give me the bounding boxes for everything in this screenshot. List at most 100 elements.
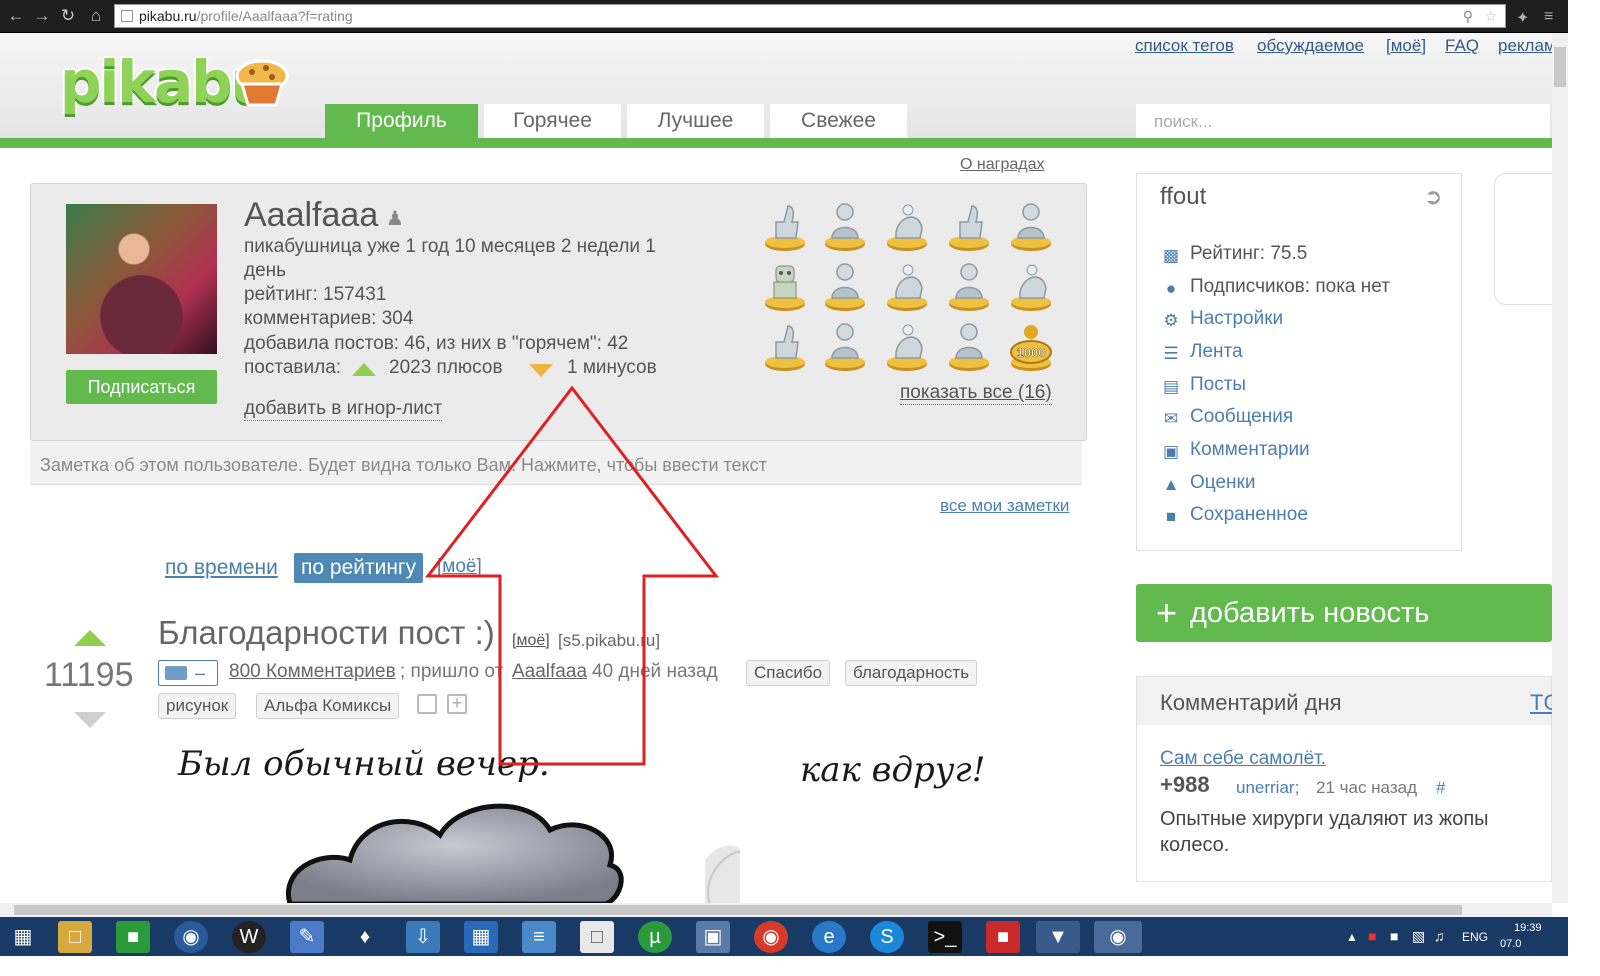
forward-icon[interactable]: → xyxy=(32,6,52,26)
tab-fresh[interactable]: Свежее xyxy=(770,104,907,138)
top-link-discussed[interactable]: обсуждаемое xyxy=(1257,36,1364,56)
award-bust-icon[interactable] xyxy=(822,258,868,312)
winamp-icon[interactable]: W xyxy=(232,921,266,953)
award-bust-icon[interactable] xyxy=(822,318,868,372)
network-tray-icon[interactable]: ▧ xyxy=(1412,928,1425,945)
upvote-icon[interactable] xyxy=(74,630,106,646)
terminal-icon[interactable]: >_ xyxy=(928,921,962,953)
award-thumb-icon[interactable] xyxy=(762,198,808,252)
tab-hot[interactable]: Горячее xyxy=(484,104,621,138)
zoom-icon[interactable]: ⚲ xyxy=(1463,5,1473,27)
award-bell-icon[interactable] xyxy=(884,198,930,252)
subscribe-button[interactable]: Подписаться xyxy=(66,370,217,404)
volume-icon[interactable]: ♫ xyxy=(1434,928,1445,944)
bookmark-star-icon[interactable]: ☆ xyxy=(1484,5,1497,27)
sidebar-rating-text: Рейтинг: 75.5 xyxy=(1190,243,1308,264)
sidebar-item-comments[interactable]: ▣ Комментарии xyxy=(1160,439,1310,461)
top-link-tags[interactable]: список тегов xyxy=(1135,36,1234,56)
scroll-thumb[interactable] xyxy=(14,905,1462,915)
horizontal-scrollbar[interactable] xyxy=(0,903,1552,917)
clock-time[interactable]: 19:39 xyxy=(1514,922,1542,934)
comment-of-day-permalink[interactable]: # xyxy=(1436,778,1445,798)
file-explorer-icon[interactable]: □ xyxy=(58,921,92,953)
avatar xyxy=(66,204,217,354)
logout-icon[interactable]: ➲ xyxy=(1424,184,1450,209)
award-thumb-icon[interactable] xyxy=(946,198,992,252)
search-input[interactable]: поиск... xyxy=(1136,104,1550,138)
media-icon[interactable]: ■ xyxy=(986,921,1020,953)
remote-desktop-icon[interactable]: ▣ xyxy=(696,921,730,953)
sidebar-item-posts[interactable]: ▤ Посты xyxy=(1160,374,1246,396)
sidebar-item-messages[interactable]: ✉ Сообщения xyxy=(1160,406,1293,428)
windows-start-icon[interactable]: ▦ xyxy=(6,921,40,953)
store-icon[interactable]: ■ xyxy=(116,921,150,953)
clock-date[interactable]: 07.0 xyxy=(1500,938,1521,950)
browser-menu-icon[interactable]: ≡ xyxy=(1544,8,1562,26)
home-icon[interactable]: ⌂ xyxy=(86,6,106,26)
downvote-icon[interactable] xyxy=(74,712,106,728)
comment-of-day-post-link[interactable]: Сам себе самолёт. xyxy=(1160,748,1326,770)
tray-app-icon[interactable]: ■ xyxy=(1390,928,1398,944)
award-bell-icon[interactable] xyxy=(884,318,930,372)
show-all-awards-link[interactable]: показать все (16) xyxy=(900,382,1052,405)
comment-of-day-score: +988 xyxy=(1160,772,1210,797)
sidebar-item-feed[interactable]: ☰ Лента xyxy=(1160,341,1242,363)
award-bust-icon[interactable] xyxy=(822,198,868,252)
top-link-ads[interactable]: реклам xyxy=(1498,36,1556,56)
paint-icon[interactable]: ✎ xyxy=(290,921,324,953)
award-1000-icon[interactable]: 1000 xyxy=(1008,318,1054,372)
post-comments-link[interactable]: 800 Комментариев xyxy=(229,661,396,683)
sidebar-item-ratings[interactable]: ▲ Оценки xyxy=(1160,472,1256,494)
sort-by-time[interactable]: по времени xyxy=(165,556,278,580)
comment-of-day-user[interactable]: unerriar; xyxy=(1236,778,1299,798)
award-thumb-icon[interactable] xyxy=(762,318,808,372)
sidebar-username[interactable]: ffout xyxy=(1160,183,1206,211)
antivirus-icon[interactable]: ■ xyxy=(1368,928,1376,944)
top-link-mine[interactable]: [моё] xyxy=(1386,36,1426,56)
chrome-active-icon[interactable]: ◉ xyxy=(1094,921,1142,953)
reload-icon[interactable]: ↻ xyxy=(58,6,78,26)
award-bust-icon[interactable] xyxy=(1008,198,1054,252)
sort-by-rating[interactable]: по рейтингу xyxy=(294,553,424,583)
award-bell-icon[interactable] xyxy=(884,258,930,312)
chrome-icon[interactable]: ◉ xyxy=(754,921,788,953)
tag-chip[interactable]: благодарность xyxy=(845,660,978,686)
bluestacks-icon[interactable]: ▼ xyxy=(1036,921,1080,953)
language-indicator[interactable]: ENG xyxy=(1462,930,1488,944)
download-icon[interactable]: ⇩ xyxy=(406,921,440,953)
award-bust-icon[interactable] xyxy=(946,258,992,312)
scroll-thumb[interactable] xyxy=(1554,47,1566,87)
notepad-icon[interactable]: □ xyxy=(580,921,614,953)
award-bust-icon[interactable] xyxy=(946,318,992,372)
extension-icon[interactable]: ✦ xyxy=(1516,8,1534,27)
camera-icon xyxy=(165,666,187,680)
tray-expand-icon[interactable]: ▲ xyxy=(1346,930,1358,944)
internet-explorer-icon[interactable]: e xyxy=(812,921,846,953)
award-robot-icon[interactable] xyxy=(762,258,808,312)
ignore-list-link[interactable]: добавить в игнор-лист xyxy=(244,398,443,421)
app-icon[interactable]: ◉ xyxy=(174,921,208,953)
vertical-scrollbar[interactable] xyxy=(1552,33,1568,903)
award-bell-icon[interactable] xyxy=(1008,258,1054,312)
svg-text:1000: 1000 xyxy=(1017,345,1046,360)
sidebar-item-saved[interactable]: ■ Сохраненное xyxy=(1160,504,1308,526)
sidebar-item-settings[interactable]: ⚙ Настройки xyxy=(1160,308,1283,330)
back-icon[interactable]: ← xyxy=(6,6,26,26)
sidebar-item-label: Оценки xyxy=(1190,472,1256,493)
about-awards-link[interactable]: О наградах xyxy=(960,156,1045,174)
game-icon[interactable]: ♦ xyxy=(348,921,382,953)
add-news-button[interactable]: + добавить новость xyxy=(1136,584,1552,642)
torrent-icon[interactable]: µ xyxy=(638,921,672,953)
all-notes-link[interactable]: все мои заметки xyxy=(940,496,1069,516)
calculator-icon[interactable]: ≡ xyxy=(522,921,556,953)
post-type-badge[interactable]: – xyxy=(158,660,218,686)
tab-profile[interactable]: Профиль xyxy=(325,104,478,138)
top-link-faq[interactable]: FAQ xyxy=(1445,36,1479,56)
skype-icon[interactable]: S xyxy=(870,921,904,953)
address-bar[interactable]: pikabu.ru/profile/Aaalfaaa?f=rating ⚲ ☆ xyxy=(114,4,1506,28)
tag-chip[interactable]: Альфа Комиксы xyxy=(256,693,400,719)
network-icon[interactable]: ▦ xyxy=(464,921,498,953)
tag-chip[interactable]: рисунок xyxy=(158,693,237,719)
tab-best[interactable]: Лучшее xyxy=(627,104,764,138)
tag-chip[interactable]: Спасибо xyxy=(746,660,831,686)
